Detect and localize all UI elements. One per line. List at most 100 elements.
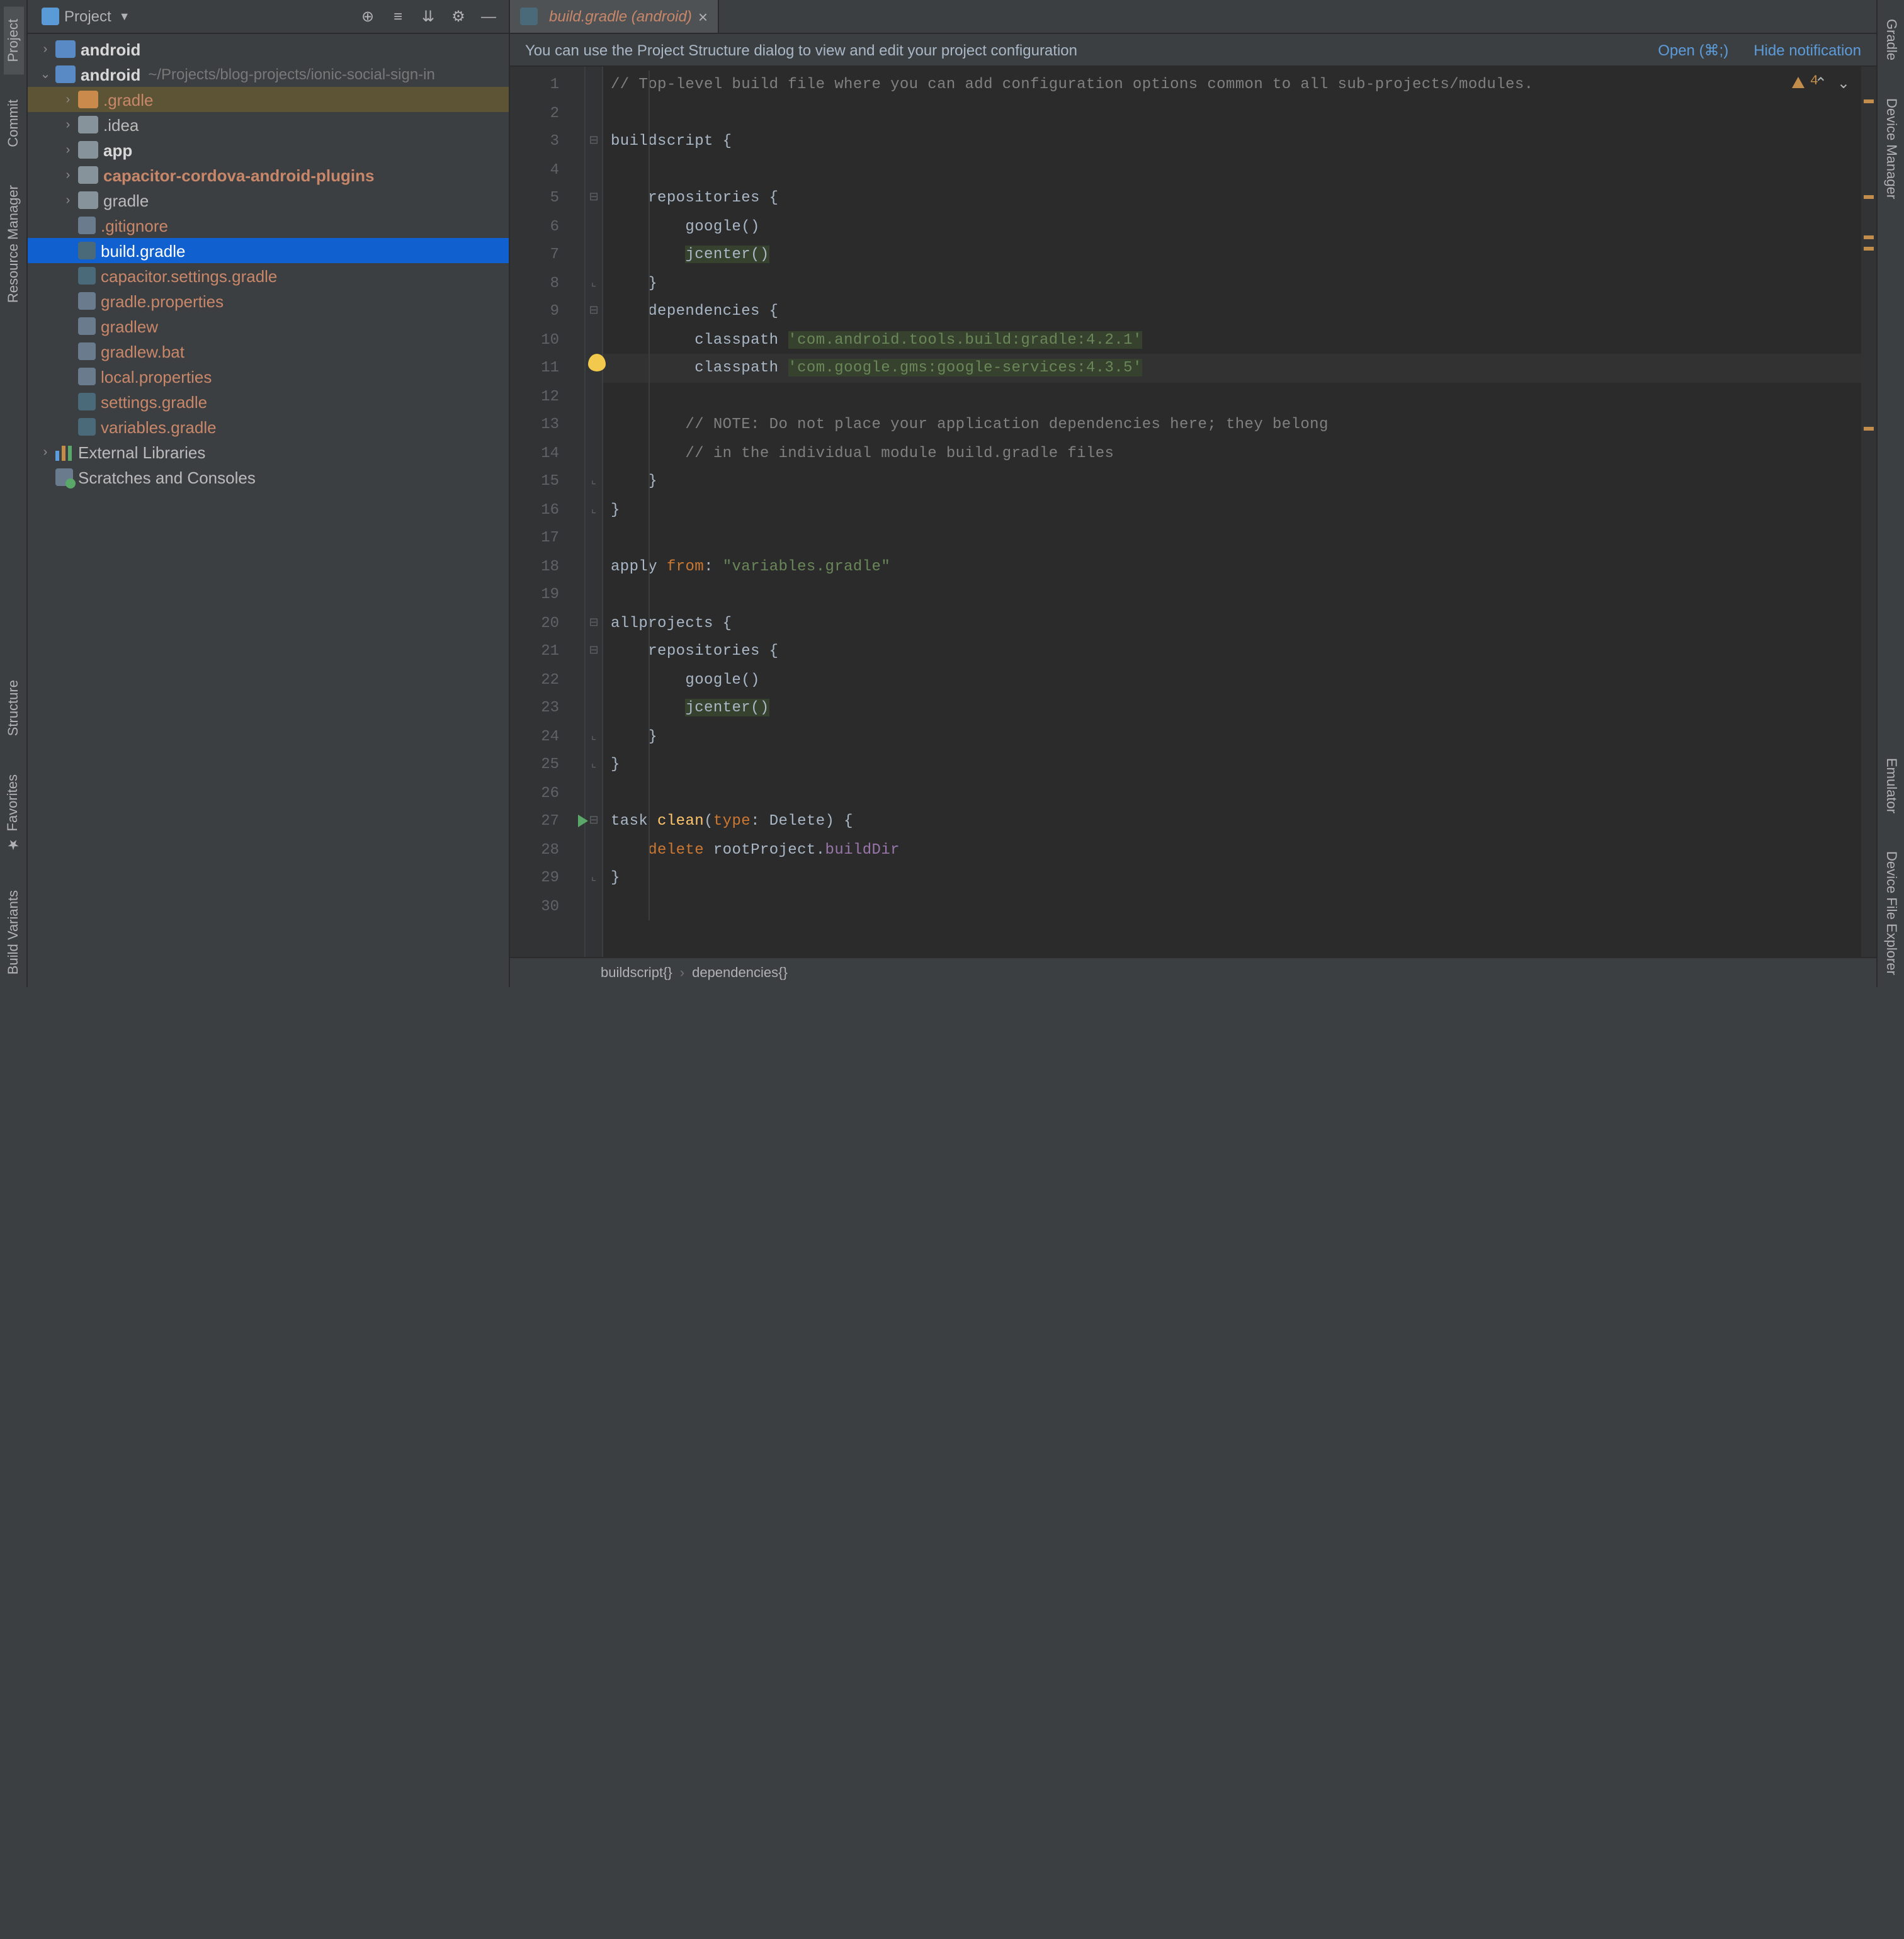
project-tree[interactable]: ›android⌄android~/Projects/blog-projects… bbox=[28, 34, 509, 987]
tree-item[interactable]: .gitignore bbox=[28, 213, 509, 238]
code-line[interactable]: } bbox=[611, 467, 1861, 495]
code-line[interactable]: // in the individual module build.gradle… bbox=[611, 439, 1861, 467]
fold-toggle-icon[interactable]: ⊟ bbox=[586, 609, 602, 637]
intention-bulb-icon[interactable] bbox=[588, 354, 606, 371]
code-line[interactable]: repositories { bbox=[611, 637, 1861, 665]
line-number[interactable]: 7 bbox=[510, 240, 584, 269]
warning-marker[interactable] bbox=[1864, 247, 1874, 251]
line-number[interactable]: 5 bbox=[510, 184, 584, 212]
fold-toggle-icon[interactable]: ⊟ bbox=[586, 297, 602, 325]
hide-tool-icon[interactable]: — bbox=[475, 3, 502, 30]
line-number[interactable]: 17 bbox=[510, 524, 584, 552]
code-line[interactable]: classpath 'com.android.tools.build:gradl… bbox=[611, 325, 1861, 354]
line-number-gutter[interactable]: 1234567891011121314151617181920212223242… bbox=[510, 67, 586, 957]
tree-item[interactable]: ›capacitor-cordova-android-plugins bbox=[28, 162, 509, 188]
line-number[interactable]: 25 bbox=[510, 750, 584, 779]
structure-tool-button[interactable]: Structure bbox=[3, 667, 23, 749]
code-line[interactable]: jcenter() bbox=[611, 240, 1861, 269]
line-number[interactable]: 18 bbox=[510, 552, 584, 580]
code-line[interactable]: task clean(type: Delete) { bbox=[611, 807, 1861, 835]
tree-item[interactable]: ›gradle bbox=[28, 188, 509, 213]
code-line[interactable]: allprojects { bbox=[611, 609, 1861, 637]
expand-arrow-icon[interactable]: ⌄ bbox=[35, 67, 55, 81]
expand-arrow-icon[interactable]: › bbox=[58, 143, 78, 157]
line-number[interactable]: 14 bbox=[510, 439, 584, 467]
fold-toggle-icon[interactable]: ⊟ bbox=[586, 127, 602, 155]
close-icon[interactable]: × bbox=[698, 7, 708, 26]
expand-arrow-icon[interactable]: › bbox=[58, 118, 78, 132]
code-line[interactable] bbox=[611, 580, 1861, 609]
line-number[interactable]: 21 bbox=[510, 637, 584, 665]
tree-item[interactable]: gradlew.bat bbox=[28, 339, 509, 364]
code-line[interactable] bbox=[611, 524, 1861, 552]
code-line[interactable]: } bbox=[611, 864, 1861, 892]
code-line[interactable]: // Top-level build file where you can ad… bbox=[611, 71, 1861, 99]
line-number[interactable]: 15 bbox=[510, 467, 584, 495]
fold-toggle-icon[interactable]: ⊟ bbox=[586, 637, 602, 665]
warning-marker[interactable] bbox=[1864, 99, 1874, 103]
breadcrumb-item[interactable]: buildscript{} bbox=[601, 965, 672, 980]
tree-item[interactable]: local.properties bbox=[28, 364, 509, 389]
line-number[interactable]: 29 bbox=[510, 864, 584, 892]
code-line[interactable] bbox=[611, 779, 1861, 807]
line-number[interactable]: 24 bbox=[510, 722, 584, 750]
open-project-structure-link[interactable]: Open (⌘;) bbox=[1658, 41, 1728, 59]
code-line[interactable]: dependencies { bbox=[611, 297, 1861, 325]
emulator-tool-button[interactable]: Emulator bbox=[1881, 745, 1901, 825]
commit-tool-button[interactable]: Commit bbox=[3, 88, 23, 161]
tree-item[interactable]: ›android bbox=[28, 37, 509, 62]
tree-item[interactable]: ›.idea bbox=[28, 112, 509, 137]
tree-item[interactable]: capacitor.settings.gradle bbox=[28, 263, 509, 288]
editor-tab[interactable]: build.gradle (android) × bbox=[510, 0, 719, 33]
hide-notification-link[interactable]: Hide notification bbox=[1754, 41, 1861, 59]
gradle-tool-button[interactable]: Gradle bbox=[1881, 6, 1901, 73]
code-line[interactable]: } bbox=[611, 750, 1861, 779]
code-line[interactable]: classpath 'com.google.gms:google-service… bbox=[611, 354, 1861, 382]
line-number[interactable]: 6 bbox=[510, 212, 584, 240]
line-number[interactable]: 10 bbox=[510, 325, 584, 354]
expand-arrow-icon[interactable]: › bbox=[58, 93, 78, 106]
code-line[interactable]: repositories { bbox=[611, 184, 1861, 212]
expand-arrow-icon[interactable]: › bbox=[35, 445, 55, 459]
code-line[interactable] bbox=[611, 892, 1861, 920]
tree-item[interactable]: build.gradle bbox=[28, 238, 509, 263]
line-number[interactable]: 19 bbox=[510, 580, 584, 609]
code-line[interactable]: jcenter() bbox=[611, 694, 1861, 722]
line-number[interactable]: 11 bbox=[510, 354, 584, 382]
project-view-selector[interactable]: Project ▼ bbox=[34, 5, 138, 28]
code-line[interactable]: } bbox=[611, 722, 1861, 750]
expand-arrow-icon[interactable]: › bbox=[58, 168, 78, 182]
code-editor[interactable]: 1234567891011121314151617181920212223242… bbox=[510, 67, 1876, 957]
warning-marker[interactable] bbox=[1864, 235, 1874, 239]
tree-item[interactable]: settings.gradle bbox=[28, 389, 509, 414]
expand-all-icon[interactable]: ≡ bbox=[384, 3, 412, 30]
breadcrumb-path[interactable]: buildscript{}›dependencies{} bbox=[601, 965, 788, 980]
line-number[interactable]: 4 bbox=[510, 155, 584, 184]
code-line[interactable] bbox=[611, 382, 1861, 410]
code-line[interactable]: } bbox=[611, 495, 1861, 524]
tree-item[interactable]: ›.gradle bbox=[28, 87, 509, 112]
line-number[interactable]: 3 bbox=[510, 127, 584, 155]
tree-item[interactable]: Scratches and Consoles bbox=[28, 465, 509, 490]
device-manager-button[interactable]: Device Manager bbox=[1881, 86, 1901, 212]
line-number[interactable]: 23 bbox=[510, 694, 584, 722]
breadcrumb-item[interactable]: dependencies{} bbox=[692, 965, 788, 980]
prev-highlight-icon[interactable]: ⌃ bbox=[1811, 72, 1831, 96]
select-opened-file-icon[interactable]: ⊕ bbox=[354, 3, 382, 30]
line-number[interactable]: 27 bbox=[510, 807, 584, 835]
code-line[interactable] bbox=[611, 99, 1861, 127]
line-number[interactable]: 9 bbox=[510, 297, 584, 325]
line-number[interactable]: 8 bbox=[510, 269, 584, 297]
fold-gutter[interactable]: ⊟⊟⌞⊟⌞⌞⊟⊟⌞⌞⊟⌞ bbox=[586, 67, 603, 957]
favorites-tool-button[interactable]: ★ Favorites bbox=[3, 761, 24, 865]
code-line[interactable]: google() bbox=[611, 665, 1861, 694]
tree-item[interactable]: gradlew bbox=[28, 314, 509, 339]
line-number[interactable]: 1 bbox=[510, 71, 584, 99]
project-tool-button[interactable]: Project bbox=[3, 6, 23, 75]
warning-marker[interactable] bbox=[1864, 195, 1874, 199]
code-line[interactable]: apply from: "variables.gradle" bbox=[611, 552, 1861, 580]
line-number[interactable]: 30 bbox=[510, 892, 584, 920]
tree-item[interactable]: variables.gradle bbox=[28, 414, 509, 439]
code-content[interactable]: 4 ⌃ ⌄ // Top-level build file where you … bbox=[603, 67, 1861, 957]
collapse-all-icon[interactable]: ⇊ bbox=[414, 3, 442, 30]
